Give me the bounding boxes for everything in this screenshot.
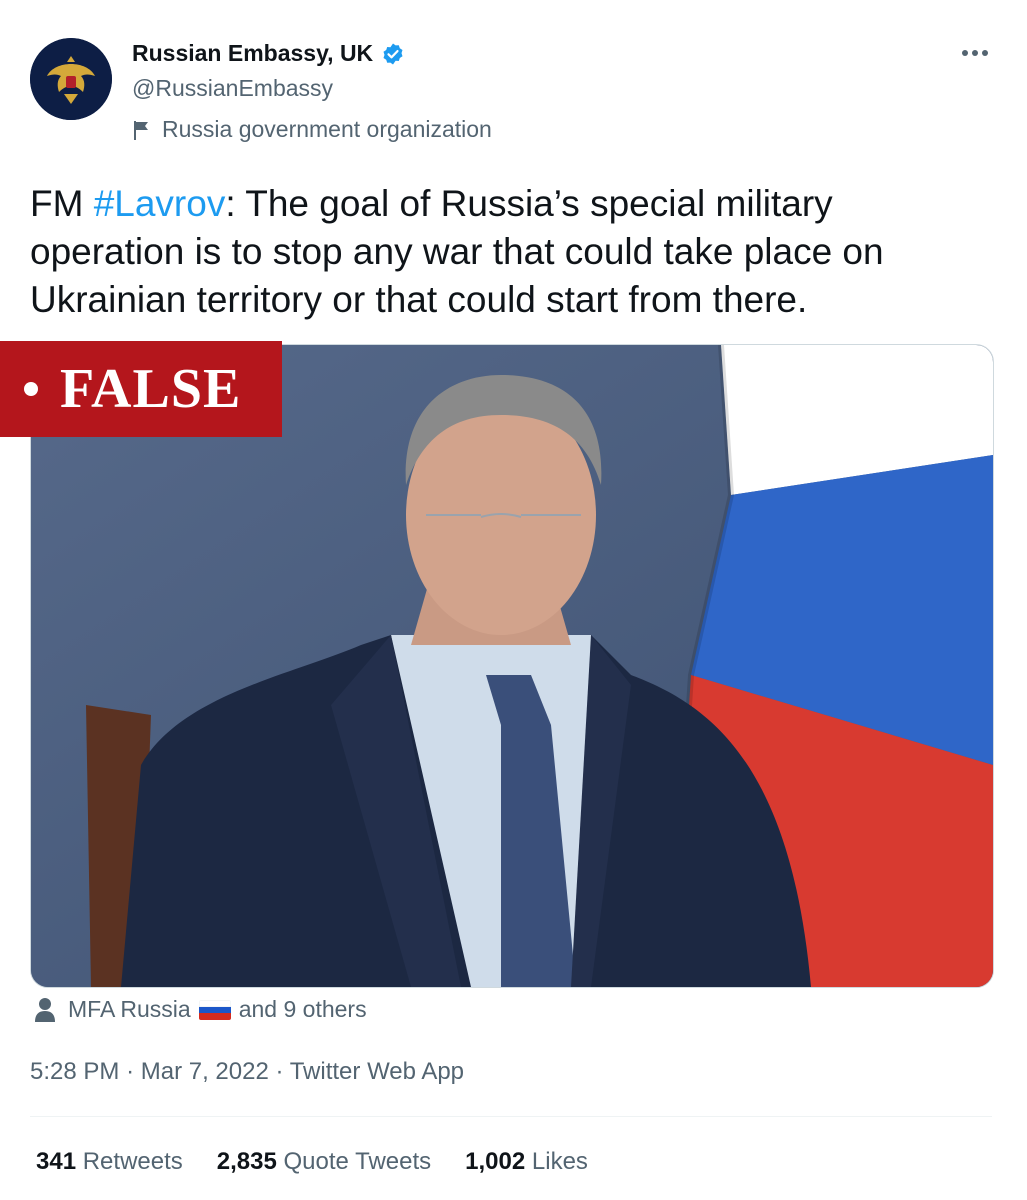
- quote-tweets-count: 2,835: [216, 1148, 277, 1175]
- divider: [30, 1116, 992, 1117]
- tweet-text: FM #Lavrov: The goal of Russia’s special…: [30, 180, 990, 324]
- retweets-count: 341: [36, 1148, 77, 1175]
- government-label[interactable]: Russia government organization: [132, 116, 492, 143]
- engagement-stats: 341 Retweets 2,835 Quote Tweets 1,002 Li…: [36, 1148, 622, 1176]
- tweet-metadata: 5:28 PM · Mar 7, 2022 · Twitter Web App: [30, 1058, 464, 1086]
- tagged-first-user[interactable]: MFA Russia: [68, 996, 191, 1023]
- bullet-dot-icon: [24, 382, 38, 396]
- tweet-source[interactable]: Twitter Web App: [290, 1058, 464, 1085]
- likes-count: 1,002: [465, 1148, 526, 1175]
- separator-dot: ·: [275, 1058, 290, 1085]
- author-display-name[interactable]: Russian Embassy, UK: [132, 40, 373, 67]
- separator-dot: ·: [126, 1058, 141, 1085]
- tweet-time[interactable]: 5:28 PM: [30, 1058, 119, 1085]
- tweet-media-image[interactable]: [30, 344, 994, 988]
- eagle-emblem-icon: [30, 38, 112, 120]
- tagged-users[interactable]: MFA Russia and 9 others: [34, 996, 367, 1023]
- author-handle[interactable]: @RussianEmbassy: [132, 75, 333, 102]
- likes-stat[interactable]: 1,002 Likes: [465, 1148, 588, 1176]
- false-fact-check-badge: FALSE: [0, 341, 282, 437]
- flag-icon: [134, 120, 148, 140]
- tweet-date[interactable]: Mar 7, 2022: [141, 1058, 269, 1085]
- russian-flag-icon: [198, 999, 231, 1020]
- government-label-text: Russia government organization: [162, 116, 492, 142]
- verified-badge-icon: [383, 43, 403, 64]
- retweets-label: Retweets: [82, 1148, 183, 1175]
- avatar[interactable]: [30, 38, 112, 120]
- quote-tweets-label: Quote Tweets: [283, 1148, 432, 1175]
- photo-illustration: [31, 345, 993, 987]
- quote-tweets-stat[interactable]: 2,835 Quote Tweets: [217, 1148, 431, 1176]
- hashtag-link[interactable]: #Lavrov: [94, 183, 226, 224]
- tagged-others[interactable]: and 9 others: [239, 996, 367, 1023]
- false-badge-text: FALSE: [60, 358, 242, 420]
- more-options-icon[interactable]: [959, 40, 991, 66]
- tweet-text-prefix: FM: [30, 183, 94, 224]
- person-icon: [35, 997, 55, 1022]
- likes-label: Likes: [531, 1148, 588, 1175]
- retweets-stat[interactable]: 341 Retweets: [36, 1148, 183, 1176]
